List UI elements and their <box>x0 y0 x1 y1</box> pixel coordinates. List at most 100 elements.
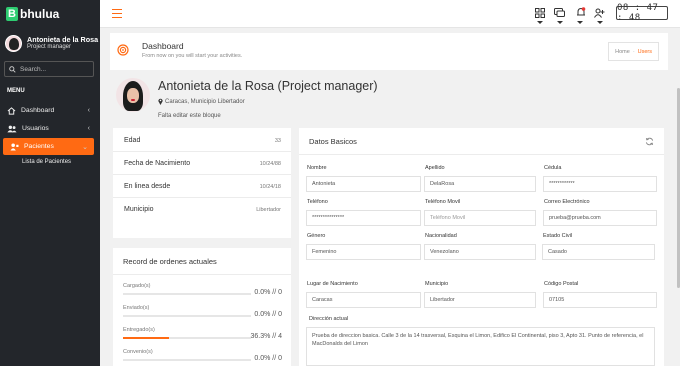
genero-label: Género <box>307 233 326 239</box>
orders-title: Record de ordenes actuales <box>123 257 217 266</box>
chevron-left-icon: ‹ <box>87 125 90 132</box>
search-input[interactable] <box>20 65 90 73</box>
sidebar: B bhulua Antonieta de la Rosa Project ma… <box>0 0 100 366</box>
info-card: Edad 33 Fecha de Nacimiento 10/24/88 En … <box>113 128 291 238</box>
direccion-label: Dirección actual <box>309 316 349 322</box>
breadcrumb-separator: - <box>632 48 635 55</box>
order-value: 0.0% // 0 <box>254 311 282 318</box>
home-icon <box>7 106 16 115</box>
apellido-label: Apellido <box>425 165 445 171</box>
municipio-label: Municipio <box>425 281 449 287</box>
bell-icon[interactable] <box>574 6 587 19</box>
cedula-field[interactable]: ************ <box>543 176 657 192</box>
info-value: Libertador <box>256 207 281 213</box>
refresh-icon[interactable] <box>645 137 654 146</box>
lugar-nacimiento-field[interactable]: Caracas <box>306 292 421 308</box>
genero-field[interactable]: Femenino <box>306 244 421 260</box>
order-progress-fill <box>123 337 170 339</box>
clock-display: 08 : 47 : 48 <box>616 3 668 23</box>
breadcrumb-current: Users <box>637 48 652 55</box>
order-label: Entregado(s) <box>123 327 155 333</box>
telefono-label: Teléfono <box>307 199 328 205</box>
page-subtitle: From now on you will start your activiti… <box>142 53 243 59</box>
sidebar-item-pacientes[interactable]: Pacientes ⌄ <box>3 138 94 155</box>
nacionalidad-label: Nacionalidad <box>425 233 457 239</box>
info-value: 10/24/18 <box>259 184 281 190</box>
user-block[interactable]: Antonieta de la Rosa Project manager <box>5 35 98 52</box>
target-icon <box>117 44 129 56</box>
info-label: Municipio <box>124 206 154 213</box>
orders-card: Record de ordenes actuales Cargado(s) 0.… <box>113 248 291 366</box>
lugar-nacimiento-label: Lugar de Nacimiento <box>307 281 358 287</box>
breadcrumb-home[interactable]: Home <box>615 49 630 55</box>
nombre-label: Nombre <box>307 165 327 171</box>
user-role: Project manager <box>27 44 72 50</box>
avatar <box>5 35 22 52</box>
users-icon <box>7 125 17 132</box>
order-label: Enviado(s) <box>123 305 150 311</box>
sidebar-item-label: Dashboard <box>21 107 55 114</box>
page-scrollbar[interactable] <box>676 28 680 366</box>
sidebar-search <box>4 61 94 77</box>
sidebar-item-label: Pacientes <box>24 143 54 150</box>
direccion-textarea[interactable]: Prueba de direccion basica. Calle 3 de l… <box>306 327 655 366</box>
estado-civil-field[interactable]: Casado <box>542 244 655 260</box>
order-value: 0.0% // 0 <box>254 289 282 296</box>
caret-down-icon <box>597 21 603 24</box>
correo-label: Correo Electrónico <box>544 199 590 205</box>
user-name: Antonieta de la Rosa <box>27 35 99 44</box>
profile-avatar <box>116 78 150 112</box>
telefono-movil-field[interactable]: Teléfono Movil <box>424 210 536 226</box>
chat-icon[interactable] <box>553 6 566 19</box>
menu-heading: MENU <box>7 88 25 94</box>
chevron-left-icon: ‹ <box>87 107 90 114</box>
app-logo[interactable]: B bhulua <box>6 7 59 21</box>
codigo-postal-field[interactable]: 07105 <box>543 292 657 308</box>
info-label: En linea desde <box>124 183 171 190</box>
telefono-field[interactable]: *************** <box>306 210 421 226</box>
logo-mark: B <box>6 7 18 21</box>
hamburger-menu-icon[interactable] <box>112 9 122 20</box>
info-value: 10/24/88 <box>259 161 281 167</box>
order-value: 36.3% // 4 <box>250 333 282 340</box>
add-user-icon[interactable] <box>593 6 606 19</box>
correo-field[interactable]: prueba@prueba.com <box>543 210 657 226</box>
info-label: Edad <box>124 137 141 144</box>
cedula-label: Cédula <box>544 165 562 171</box>
codigo-postal-label: Código Postal <box>544 281 579 287</box>
caret-down-icon <box>577 21 583 24</box>
telefono-movil-label: Teléfono Movil <box>425 199 461 205</box>
sidebar-item-usuarios[interactable]: Usuarios ‹ <box>0 120 100 137</box>
page-header: Dashboard From now on you will start you… <box>110 33 668 70</box>
profile-name: Antonieta de la Rosa (Project manager) <box>158 79 378 93</box>
nombre-field[interactable]: Antonieta <box>306 176 421 192</box>
info-row-municipio: Municipio Libertador <box>113 199 291 221</box>
topbar: 08 : 47 : 48 <box>100 0 680 28</box>
caret-down-icon <box>557 21 563 24</box>
datos-basicos-title: Datos Basicos <box>309 137 357 146</box>
sidebar-item-dashboard[interactable]: Dashboard ‹ <box>0 102 100 119</box>
caret-down-icon <box>537 21 543 24</box>
order-progress-bar <box>123 359 251 361</box>
logo-text: bhulua <box>20 7 60 21</box>
order-label: Cargado(s) <box>123 283 151 289</box>
map-marker-icon <box>158 98 163 105</box>
sidebar-item-label: Usuarios <box>22 125 49 132</box>
estado-civil-label: Estado Civil <box>543 233 573 239</box>
info-value: 33 <box>274 138 281 144</box>
info-row-en-linea: En linea desde 10/24/18 <box>113 176 291 198</box>
profile-note: Falta editar este bloque <box>158 113 221 119</box>
sidebar-subitem-lista-pacientes[interactable]: Lista de Pacientes <box>22 159 71 165</box>
info-row-fecha-nacimiento: Fecha de Nacimiento 10/24/88 <box>113 153 291 175</box>
nacionalidad-field[interactable]: Venezolano <box>424 244 536 260</box>
search-icon <box>9 65 16 73</box>
datos-basicos-card: Datos Basicos Nombre Antonieta Apellido … <box>299 128 664 366</box>
grid-icon[interactable] <box>533 6 546 19</box>
municipio-field[interactable]: Libertador <box>424 292 536 308</box>
page-title: Dashboard <box>142 41 184 51</box>
info-label: Fecha de Nacimiento <box>124 160 191 167</box>
patients-icon <box>10 142 19 151</box>
breadcrumb: Home - Users <box>608 42 659 61</box>
apellido-field[interactable]: DelaRosa <box>424 176 536 192</box>
info-row-edad: Edad 33 <box>113 130 291 152</box>
